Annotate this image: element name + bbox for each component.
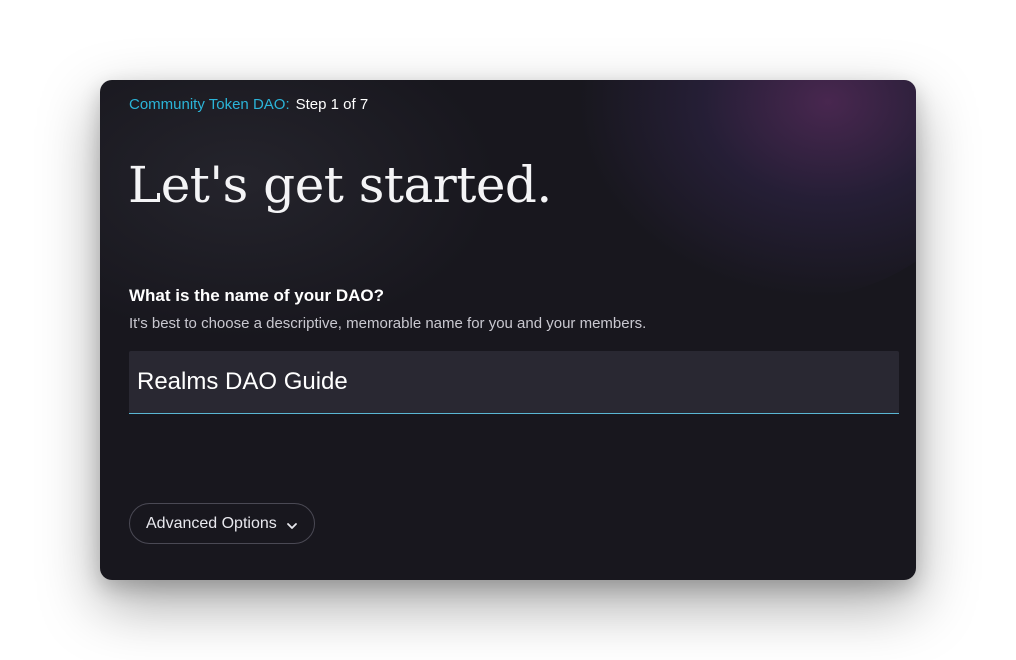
page-title: Let's get started. xyxy=(128,156,552,214)
dao-name-question: What is the name of your DAO? xyxy=(129,286,385,305)
advanced-options-button[interactable]: Advanced Options xyxy=(129,503,315,544)
breadcrumb-dao-type: Community Token DAO: xyxy=(129,96,290,113)
background-glow-accent xyxy=(576,80,916,300)
advanced-options-label: Advanced Options xyxy=(146,514,277,532)
breadcrumb: Community Token DAO: Step 1 of 7 xyxy=(129,96,368,114)
dao-wizard-card: Community Token DAO: Step 1 of 7 Let's ge… xyxy=(100,80,916,580)
dao-name-input[interactable] xyxy=(129,351,899,414)
breadcrumb-step: Step 1 of 7 xyxy=(295,96,369,113)
dao-name-hint: It's best to choose a descriptive, memor… xyxy=(129,315,647,332)
chevron-down-icon xyxy=(286,519,298,531)
